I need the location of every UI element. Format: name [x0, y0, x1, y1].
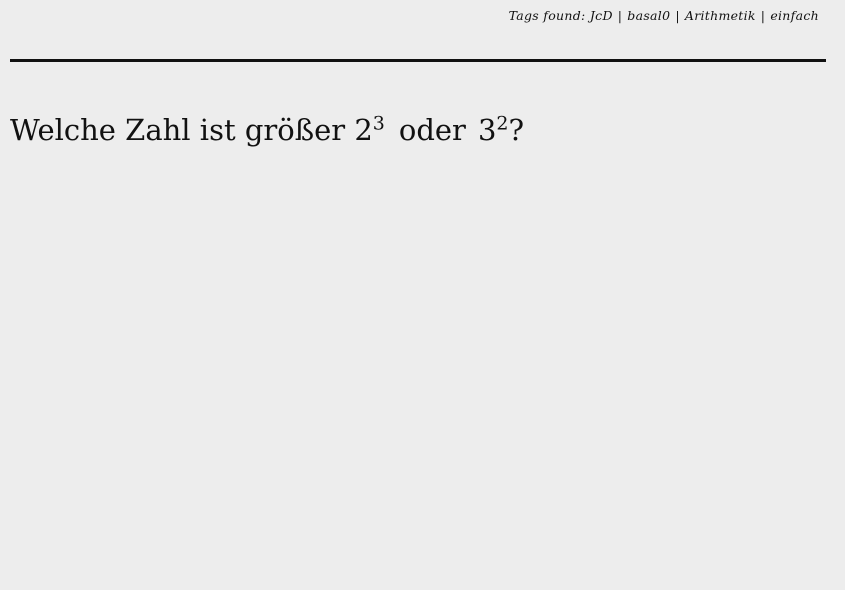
tag-jcd: JcD — [589, 8, 613, 23]
question-mark: ? — [508, 113, 525, 147]
question-connector: oder — [398, 113, 466, 147]
term-power-2-3: 23 — [354, 113, 385, 147]
tag-separator: | — [675, 8, 680, 23]
tag-einfach: einfach — [770, 8, 819, 23]
term-power-3-2: 32 — [478, 113, 509, 147]
tag-arithmetik: Arithmetik — [684, 8, 756, 23]
term2-base: 3 — [477, 113, 497, 147]
tags-line: Tags found: JcD | basal0 | Arithmetik | einfac… — [509, 8, 819, 23]
tag-basal0: basal0 — [627, 8, 671, 23]
question-text: Welche Zahl ist größer 23 oder 32? — [10, 112, 524, 148]
tags-prefix: Tags found: — [508, 8, 586, 23]
header-divider — [10, 59, 826, 62]
question-lead: Welche Zahl ist größer — [10, 113, 346, 147]
tag-separator: | — [617, 8, 623, 23]
term1-exponent: 3 — [372, 112, 385, 135]
tag-separator: | — [760, 8, 766, 23]
term2-exponent: 2 — [496, 112, 509, 135]
term1-base: 2 — [354, 113, 373, 147]
